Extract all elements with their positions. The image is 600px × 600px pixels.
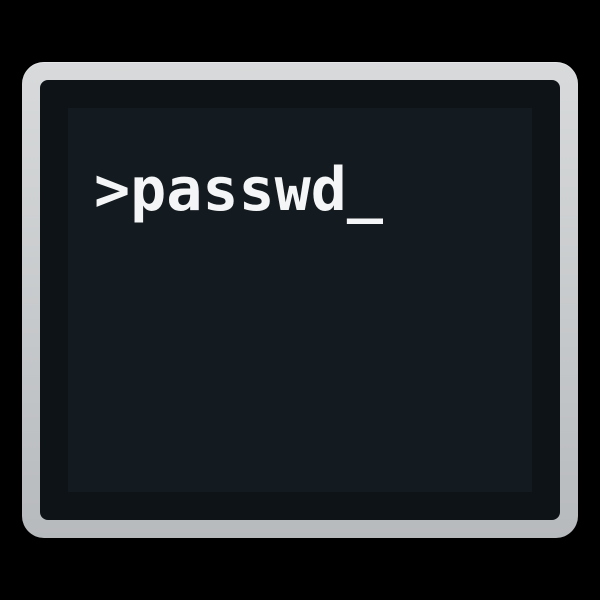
terminal-command-text: >passwd_ — [94, 155, 383, 225]
terminal-screen-bezel: >passwd_ — [40, 80, 560, 520]
terminal-screen: >passwd_ — [68, 108, 532, 492]
terminal-app-icon[interactable]: >passwd_ — [22, 62, 578, 538]
app-icon-canvas: >passwd_ — [0, 0, 600, 600]
